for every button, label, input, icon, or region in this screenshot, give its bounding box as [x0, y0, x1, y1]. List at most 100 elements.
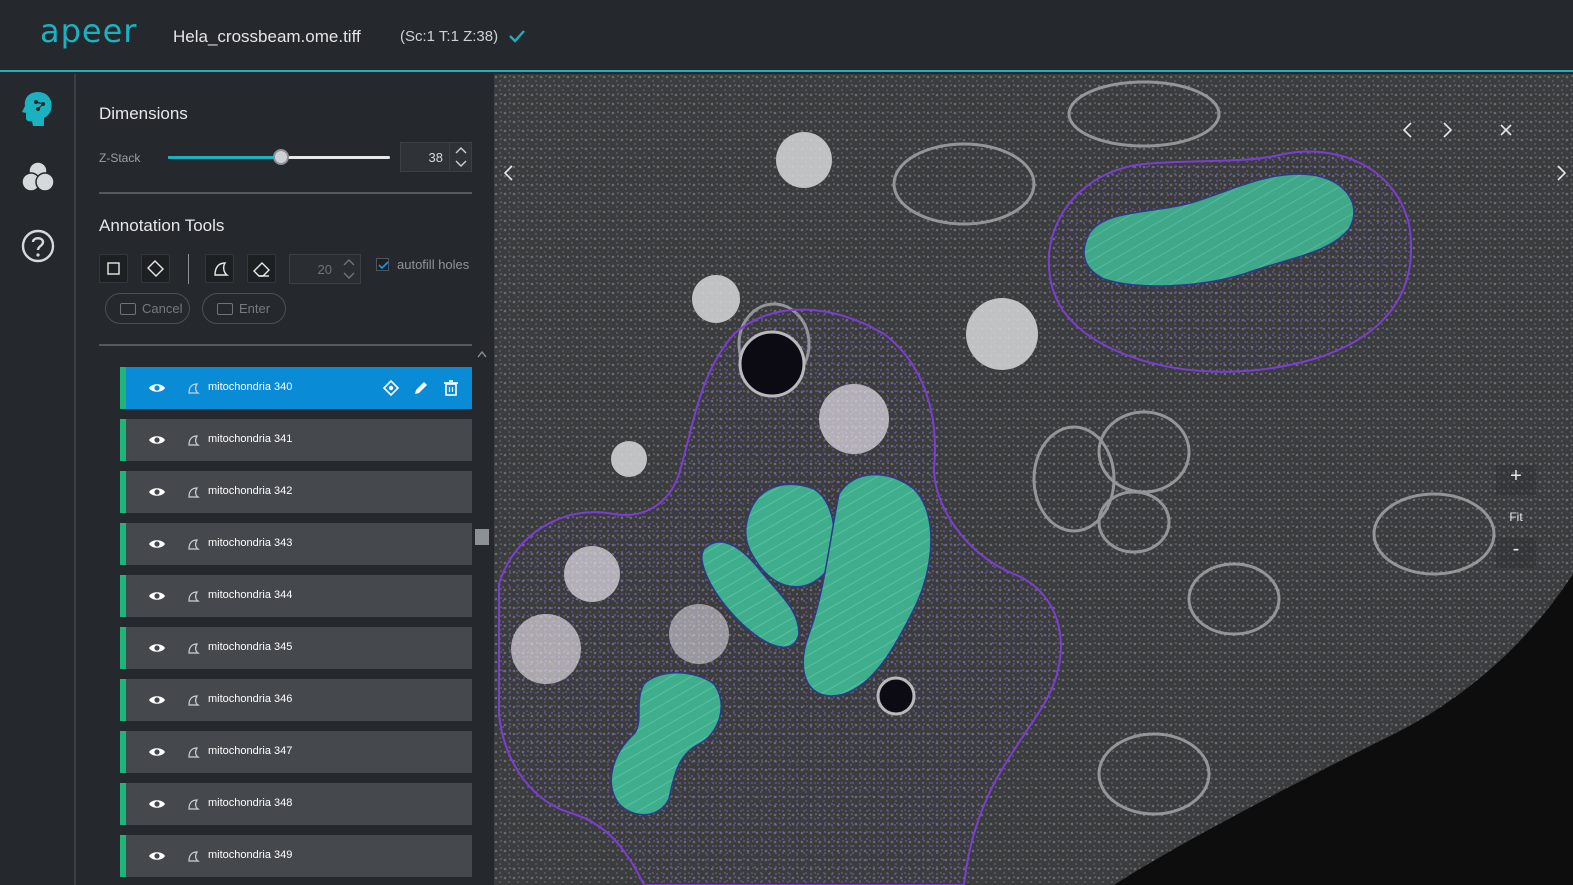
checkbox-check-icon	[378, 261, 389, 270]
brush-size-spinner[interactable]	[338, 255, 360, 283]
eye-icon[interactable]	[148, 849, 166, 863]
close-button[interactable]	[1491, 115, 1521, 145]
annotation-row[interactable]: mitochondria 340	[120, 367, 472, 409]
list-scrollbar-thumb[interactable]	[475, 529, 489, 545]
annotation-label: mitochondria 342	[208, 485, 293, 497]
polygon-icon	[147, 260, 164, 277]
esc-key-icon	[120, 302, 136, 315]
scroll-up-icon[interactable]	[477, 350, 487, 358]
image-viewer[interactable]: + Fit -	[494, 74, 1573, 885]
chevron-left-icon	[1402, 122, 1412, 138]
annotation-row[interactable]: mitochondria 341	[120, 419, 472, 461]
light-vesicle-3	[511, 614, 581, 684]
light-vesicle-2	[564, 546, 620, 602]
brush-shape-icon	[188, 539, 200, 550]
enter-label: Enter	[239, 301, 271, 316]
enter-button[interactable]: Enter	[202, 293, 286, 324]
brush-size-input[interactable]: 20	[289, 254, 361, 284]
brush-shape-icon	[188, 435, 200, 446]
channels-icon[interactable]	[18, 158, 58, 198]
panel-expand-button[interactable]	[1546, 158, 1573, 188]
dark-vesicle	[738, 330, 806, 398]
brush-shape-icon	[188, 383, 200, 394]
zstack-value: 38	[428, 150, 443, 165]
annotation-label: mitochondria 347	[208, 745, 293, 757]
zstack-input[interactable]: 38	[400, 142, 472, 172]
autofill-label: autofill holes	[397, 257, 470, 272]
eye-icon[interactable]	[148, 641, 166, 655]
annotation-row[interactable]: mitochondria 349	[120, 835, 472, 877]
zstack-label: Z-Stack	[99, 151, 141, 165]
cancel-label: Cancel	[142, 301, 183, 316]
chevron-right-icon	[1557, 165, 1567, 181]
help-icon[interactable]	[18, 226, 58, 266]
eraser-icon	[253, 262, 270, 277]
annotation-row[interactable]: mitochondria 345	[120, 627, 472, 669]
delete-icon[interactable]	[442, 379, 460, 397]
annotation-row[interactable]: mitochondria 347	[120, 731, 472, 773]
edit-icon[interactable]	[412, 379, 430, 397]
zoom-in-button[interactable]: +	[1496, 465, 1536, 495]
check-icon	[509, 30, 525, 43]
zstack-slider-fill	[168, 156, 282, 159]
eye-icon[interactable]	[148, 433, 166, 447]
eye-icon[interactable]	[148, 797, 166, 811]
cancel-button[interactable]: Cancel	[105, 293, 190, 324]
autofill-holes-option[interactable]: autofill holes	[376, 257, 469, 272]
microscopy-image[interactable]	[494, 74, 1573, 885]
tools-divider	[99, 344, 472, 346]
annotation-label: mitochondria 343	[208, 537, 293, 549]
annotation-row[interactable]: mitochondria 348	[120, 783, 472, 825]
eye-icon[interactable]	[148, 693, 166, 707]
eye-icon[interactable]	[148, 537, 166, 551]
fit-button[interactable]: Fit	[1496, 506, 1536, 528]
zoom-out-button[interactable]: -	[1496, 538, 1536, 568]
top-bar: apeer Hela_crossbeam.ome.tiff (Sc:1 T:1 …	[0, 0, 1573, 72]
light-vesicle	[819, 384, 889, 454]
spinner-arrows-icon	[455, 147, 467, 167]
left-rail	[0, 74, 76, 885]
side-panel: Dimensions Z-Stack 38 Annotation Tools 2…	[78, 74, 494, 885]
dimensions-title: Dimensions	[99, 104, 188, 123]
close-icon	[1500, 124, 1512, 136]
brush-tool-button[interactable]	[205, 254, 234, 283]
previous-button[interactable]	[1393, 115, 1423, 145]
zstack-spinner[interactable]	[449, 143, 471, 171]
eye-icon[interactable]	[148, 485, 166, 499]
annotation-row[interactable]: mitochondria 346	[120, 679, 472, 721]
apeer-logo[interactable]: apeer	[40, 12, 137, 50]
eye-icon[interactable]	[148, 381, 166, 395]
rectangle-tool-button[interactable]	[99, 254, 128, 283]
file-name: Hela_crossbeam.ome.tiff	[173, 27, 361, 46]
dimensions-divider	[99, 192, 472, 194]
next-button[interactable]	[1432, 115, 1462, 145]
annotation-label: mitochondria 344	[208, 589, 293, 601]
eye-icon[interactable]	[148, 745, 166, 759]
annotation-row[interactable]: mitochondria 342	[120, 471, 472, 513]
eye-icon[interactable]	[148, 589, 166, 603]
eraser-tool-button[interactable]	[247, 254, 276, 283]
annotation-label: mitochondria 341	[208, 433, 293, 445]
panel-collapse-button[interactable]	[494, 158, 524, 188]
brush-shape-icon	[188, 643, 200, 654]
annotation-row[interactable]: mitochondria 344	[120, 575, 472, 617]
ai-head-icon[interactable]	[18, 88, 58, 128]
zstack-slider[interactable]	[168, 149, 390, 165]
polygon-tool-button[interactable]	[141, 254, 170, 283]
dark-vesicle-2	[876, 676, 916, 716]
annotation-label: mitochondria 340	[208, 381, 293, 393]
spinner-arrows-icon	[343, 259, 355, 279]
brush-shape-icon	[188, 487, 200, 498]
zstack-slider-thumb[interactable]	[273, 149, 290, 165]
brush-shape-icon	[188, 851, 200, 862]
chevron-left-icon	[503, 165, 513, 181]
light-vesicle-4	[669, 604, 729, 664]
annotation-tools-title: Annotation Tools	[99, 216, 225, 235]
locate-icon[interactable]	[382, 379, 400, 397]
brush-size-value: 20	[317, 262, 332, 277]
annotation-row[interactable]: mitochondria 343	[120, 523, 472, 565]
brush-shape-icon	[188, 695, 200, 706]
chevron-right-icon	[1443, 122, 1453, 138]
brush-shape-icon	[188, 747, 200, 758]
autofill-checkbox[interactable]	[376, 258, 389, 271]
